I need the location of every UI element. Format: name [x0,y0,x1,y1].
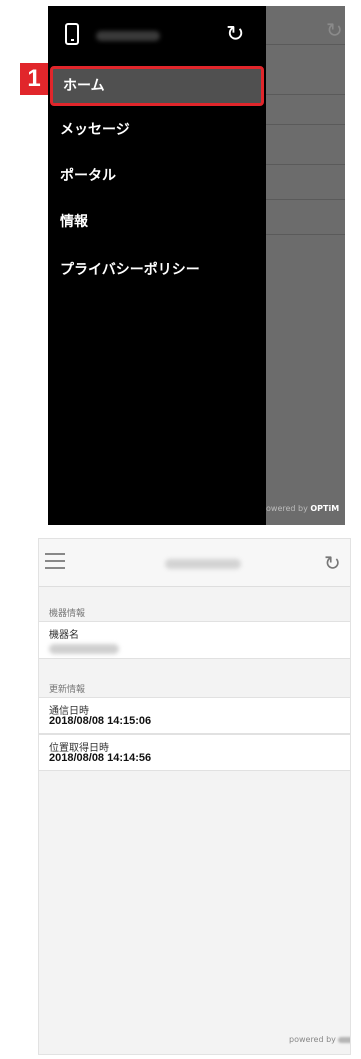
powered-by-text: owered by [266,504,311,513]
device-name-blurred [96,31,160,41]
brand-logo-text: OPTiM [310,504,340,513]
device-name-value-blurred [49,644,119,654]
refresh-icon[interactable]: ↻ [226,24,244,46]
background-divider [266,164,345,165]
device-name-row: 機器名 [39,621,350,659]
step-callout-badge: 1 [20,63,48,95]
side-menu-screen: ↻ ↻ ホーム メッセージ ポータル 情報 プライバシーポリシー owered … [48,6,345,525]
powered-by-footer: powered by [289,1035,350,1044]
drawer-header: ↻ [48,6,266,64]
powered-by-text: powered by [289,1035,336,1044]
background-divider [266,44,345,45]
location-time-row: 位置取得日時 2018/08/08 14:14:56 [39,734,350,771]
communication-time-value: 2018/08/08 14:15:06 [49,715,152,727]
menu-item-home[interactable]: ホーム [50,66,264,106]
menu-item-info[interactable]: 情報 [48,202,266,242]
device-name-label: 機器名 [49,630,79,641]
location-time-value: 2018/08/08 14:14:56 [49,752,152,764]
background-divider [266,94,345,95]
hamburger-menu-icon[interactable] [45,553,65,569]
menu-item-portal[interactable]: ポータル [48,156,266,196]
refresh-icon[interactable]: ↻ [324,553,341,573]
section-update-info: 更新情報 [49,685,86,695]
page-title-blurred [165,559,241,569]
communication-time-row: 通信日時 2018/08/08 14:15:06 [39,697,350,734]
section-device-info: 機器情報 [49,609,86,619]
device-detail-screen: ↻ 機器情報 機器名 更新情報 通信日時 2018/08/08 14:15:06… [38,538,351,1055]
smartphone-icon [65,23,79,45]
background-refresh-icon: ↻ [326,18,343,42]
brand-logo-blurred [337,1036,350,1043]
detail-header: ↻ [39,539,350,587]
menu-item-messages[interactable]: メッセージ [48,110,266,150]
navigation-drawer: ↻ ホーム メッセージ ポータル 情報 プライバシーポリシー [48,6,266,525]
background-divider [266,234,345,235]
menu-item-privacy-policy[interactable]: プライバシーポリシー [48,250,266,290]
background-divider [266,199,345,200]
background-divider [266,124,345,125]
powered-by-footer: owered by OPTiM [266,504,345,518]
